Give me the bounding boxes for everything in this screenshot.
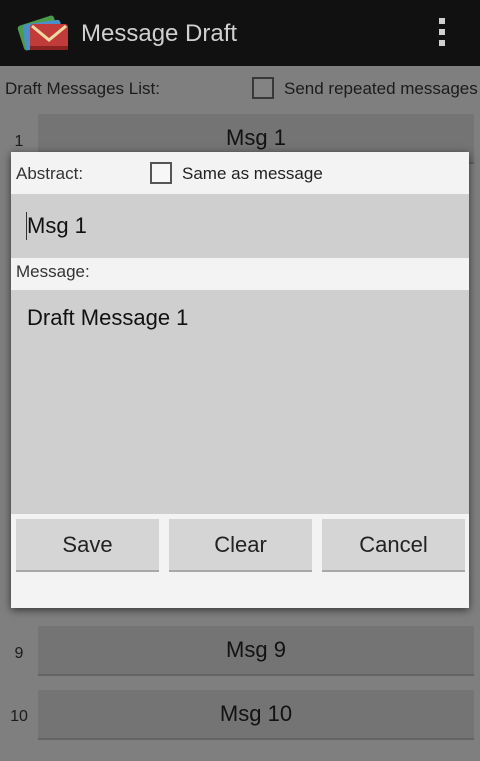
abstract-label: Abstract: — [16, 164, 84, 183]
app-envelope-icon[interactable] — [14, 10, 74, 56]
message-input[interactable]: Draft Message 1 — [11, 290, 469, 514]
same-as-message-checkbox[interactable] — [150, 162, 172, 184]
same-as-message-label[interactable]: Same as message — [182, 164, 323, 184]
message-label: Message: — [16, 262, 90, 281]
abstract-input[interactable]: Msg 1 — [11, 194, 469, 258]
app-title: Message Draft — [81, 20, 238, 47]
message-value: Draft Message 1 — [27, 305, 189, 330]
save-button[interactable]: Save — [16, 519, 159, 572]
edit-draft-dialog: Abstract: Same as message Msg 1 Message:… — [11, 152, 469, 608]
abstract-value: Msg 1 — [27, 213, 87, 238]
action-bar: Message Draft — [0, 0, 480, 66]
overflow-menu-icon[interactable] — [432, 18, 452, 50]
clear-button[interactable]: Clear — [169, 519, 312, 572]
cancel-button[interactable]: Cancel — [322, 519, 465, 572]
